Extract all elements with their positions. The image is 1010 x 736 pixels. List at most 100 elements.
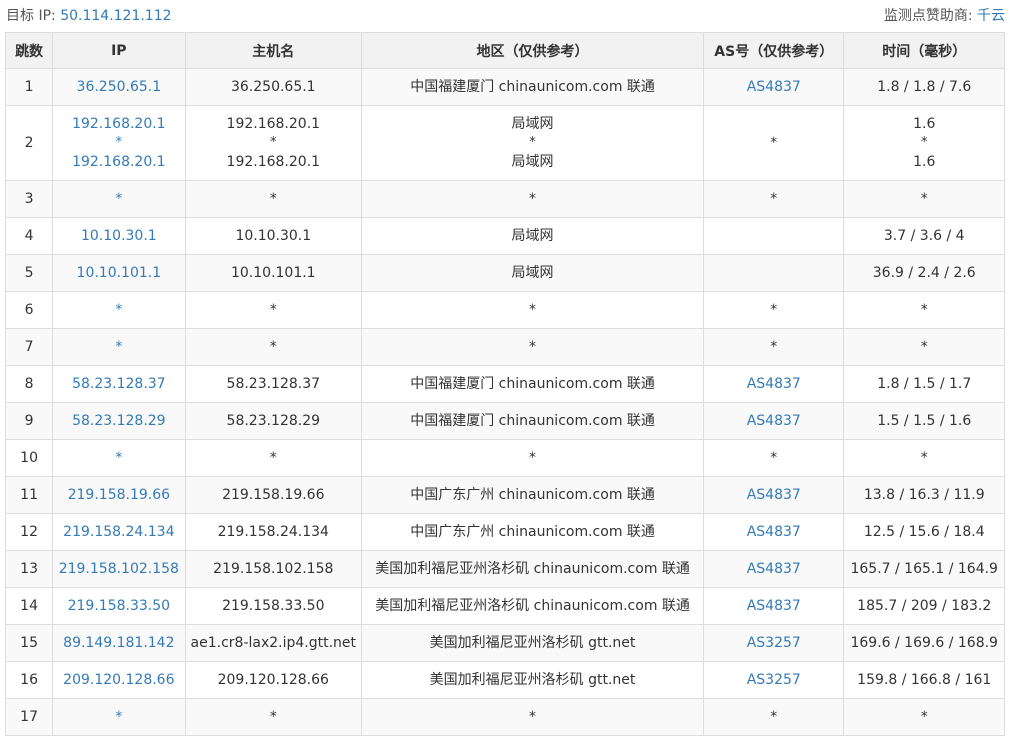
ip-link[interactable]: 219.158.19.66 <box>54 485 184 505</box>
hostname-cell: 219.158.33.50 <box>184 587 363 625</box>
as-link[interactable]: AS3257 <box>747 672 801 688</box>
as-link[interactable]: AS3257 <box>747 635 801 651</box>
ip-link[interactable]: 219.158.24.134 <box>54 522 184 542</box>
column-header-hostname: 主机名 <box>184 32 363 69</box>
ip-cell: 209.120.128.66 <box>52 661 186 699</box>
hop-cell: 10 <box>4 439 54 477</box>
no-response-marker: * <box>770 191 778 207</box>
hostname-text: ae1.cr8-lax2.ip4.gtt.net <box>190 635 357 651</box>
ip-link[interactable]: 219.158.33.50 <box>54 596 184 616</box>
time-cell: 13.8 / 16.3 / 11.9 <box>843 476 1005 514</box>
hop-cell: 15 <box>4 624 54 662</box>
no-response-marker: * <box>529 302 537 318</box>
region-cell: 美国加利福尼亚州洛杉矶 gtt.net <box>361 624 705 662</box>
time-cell: * <box>843 439 1005 477</box>
as-link[interactable]: AS4837 <box>747 376 801 392</box>
no-response-marker: * <box>770 135 778 151</box>
column-header-hop: 跳数 <box>4 32 54 69</box>
table-row: 2 192.168.20.1 * 192.168.20.1 192.168.20.1 * 1… <box>4 105 1005 181</box>
ip-link[interactable]: 209.120.128.66 <box>54 670 184 690</box>
time-cell: * <box>843 698 1005 736</box>
hostname-cell: 36.250.65.1 <box>184 68 363 106</box>
as-link[interactable]: AS4837 <box>747 598 801 614</box>
ip-link[interactable]: 36.250.65.1 <box>54 77 184 97</box>
no-response-marker: * <box>269 191 277 207</box>
ip-link[interactable]: 89.149.181.142 <box>54 633 184 653</box>
as-cell: AS3257 <box>703 624 845 662</box>
time-cell: 1.8 / 1.8 / 7.6 <box>843 68 1005 106</box>
table-row: 16 209.120.128.66 209.120.128.66 美国加利福尼亚州洛杉… <box>4 661 1005 699</box>
hostname-cell: * <box>184 328 363 366</box>
as-cell <box>703 217 845 255</box>
no-response-marker: * <box>115 191 123 207</box>
region-text: 美国加利福尼亚州洛杉矶 gtt.net <box>429 635 636 651</box>
hop-cell: 6 <box>4 291 54 329</box>
region-cell: * <box>361 180 705 218</box>
table-row: 11 219.158.19.66 219.158.19.66 中国广东广州 china… <box>4 476 1005 514</box>
ip-link[interactable]: 10.10.101.1 <box>54 263 184 283</box>
region-text: 中国福建厦门 chinaunicom.com 联通 <box>410 79 655 95</box>
time-cell: 169.6 / 169.6 / 168.9 <box>843 624 1005 662</box>
table-body: 1 36.250.65.1 36.250.65.1 中国福建厦门 chinaunico… <box>4 68 1005 736</box>
target-ip-label: 目标 IP: <box>6 8 61 24</box>
as-cell: * <box>703 180 845 218</box>
as-link[interactable]: AS4837 <box>747 413 801 429</box>
time-cell: 1.5 / 1.5 / 1.6 <box>843 402 1005 440</box>
hostname-cell: 58.23.128.29 <box>184 402 363 440</box>
table-row: 17 * * * * * <box>4 698 1005 736</box>
time-text: 165.7 / 165.1 / 164.9 <box>850 561 998 577</box>
column-header-ip: IP <box>52 32 186 69</box>
no-response-marker: * <box>920 339 928 355</box>
hostname-text: 10.10.101.1 <box>230 265 316 281</box>
ip-cell: * <box>52 180 186 218</box>
ip-cell: 192.168.20.1 * 192.168.20.1 <box>52 105 186 181</box>
hostname-cell: 219.158.19.66 <box>184 476 363 514</box>
hop-cell: 14 <box>4 587 54 625</box>
hostname-text: 36.250.65.1 <box>230 79 316 95</box>
as-cell: * <box>703 105 845 181</box>
region-text: 中国福建厦门 chinaunicom.com 联通 <box>410 413 655 429</box>
ip-link[interactable]: 192.168.20.1 <box>54 114 184 134</box>
sponsor-link[interactable]: 千云 <box>977 8 1005 24</box>
time-cell: 1.8 / 1.5 / 1.7 <box>843 365 1005 403</box>
as-cell: AS4837 <box>703 513 845 551</box>
ip-cell: 58.23.128.29 <box>52 402 186 440</box>
ip-cell: 219.158.102.158 <box>52 550 186 588</box>
time-text: 159.8 / 166.8 / 161 <box>857 672 992 688</box>
target-ip-value[interactable]: 50.114.121.112 <box>60 8 171 24</box>
hop-cell: 1 <box>4 68 54 106</box>
time-text: 36.9 / 2.4 / 2.6 <box>872 265 976 281</box>
hop-cell: 5 <box>4 254 54 292</box>
hostname-cell: 10.10.101.1 <box>184 254 363 292</box>
table-row: 13 219.158.102.158 219.158.102.158 美国加利福尼亚州… <box>4 550 1005 588</box>
time-text: 1.6 <box>913 116 936 132</box>
ip-link[interactable]: 58.23.128.37 <box>54 374 184 394</box>
hostname-text: 209.120.128.66 <box>217 672 329 688</box>
as-cell: AS4837 <box>703 550 845 588</box>
as-link[interactable]: AS4837 <box>747 524 801 540</box>
ip-link[interactable]: 192.168.20.1 <box>54 152 184 172</box>
hostname-cell: * <box>184 439 363 477</box>
table-row: 3 * * * * * <box>4 180 1005 218</box>
sponsor-label: 监测点赞助商: <box>883 8 977 24</box>
ip-link[interactable]: 58.23.128.29 <box>54 411 184 431</box>
region-cell: 局域网 * 局域网 <box>361 105 705 181</box>
ip-cell: 58.23.128.37 <box>52 365 186 403</box>
table-row: 12 219.158.24.134 219.158.24.134 中国广东广州 chi… <box>4 513 1005 551</box>
hostname-cell: 192.168.20.1 * 192.168.20.1 <box>184 105 363 181</box>
hostname-text: 58.23.128.37 <box>226 376 321 392</box>
as-link[interactable]: AS4837 <box>747 561 801 577</box>
target-ip-info: 目标 IP: 50.114.121.112 <box>6 5 172 25</box>
as-link[interactable]: AS4837 <box>747 487 801 503</box>
ip-cell: 36.250.65.1 <box>52 68 186 106</box>
region-cell: 中国福建厦门 chinaunicom.com 联通 <box>361 402 705 440</box>
table-row: 4 10.10.30.1 10.10.30.1 局域网 3.7 / 3.6 / 4 <box>4 217 1005 255</box>
region-cell: * <box>361 291 705 329</box>
hop-cell: 3 <box>4 180 54 218</box>
as-link[interactable]: AS4837 <box>747 79 801 95</box>
ip-link[interactable]: 10.10.30.1 <box>54 226 184 246</box>
time-text: 3.7 / 3.6 / 4 <box>883 228 965 244</box>
table-row: 14 219.158.33.50 219.158.33.50 美国加利福尼亚州洛杉矶 … <box>4 587 1005 625</box>
ip-link[interactable]: 219.158.102.158 <box>54 559 184 579</box>
region-cell: 中国福建厦门 chinaunicom.com 联通 <box>361 365 705 403</box>
